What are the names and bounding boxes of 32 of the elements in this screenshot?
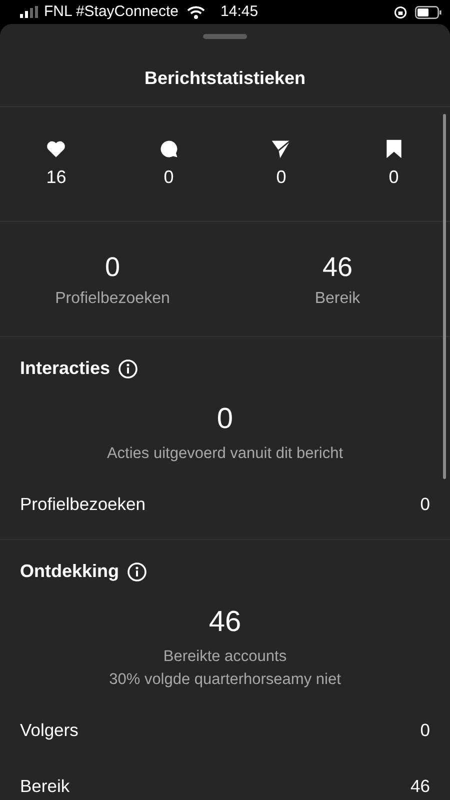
metric-caption: 30% volgde quarterhorseamy niet xyxy=(108,670,342,690)
section-title: Interacties xyxy=(20,357,110,380)
status-time: 14:45 xyxy=(220,2,258,22)
metric-value: 46 xyxy=(208,605,242,640)
row-label: Bereik xyxy=(20,775,70,798)
row-value: 0 xyxy=(420,492,430,516)
row-label: Profielbezoeken xyxy=(20,492,146,516)
battery-icon xyxy=(415,6,442,18)
row-value: 0 xyxy=(420,719,430,742)
info-icon[interactable] xyxy=(118,358,138,378)
stat-value: 0 xyxy=(104,250,120,284)
paper-plane-icon xyxy=(270,138,292,160)
section-title: Ontdekking xyxy=(20,560,120,583)
metric-value: 0 xyxy=(216,402,234,437)
wifi-icon xyxy=(186,6,205,18)
metric-caption: Bereikte accounts xyxy=(162,646,288,666)
engagement-count: 0 xyxy=(164,166,174,188)
carrier-name: FNL #StayConnecte xyxy=(44,2,179,22)
engagement-count: 16 xyxy=(46,166,66,188)
stat-label: Profielbezoeken xyxy=(55,289,170,310)
engagement-count: 0 xyxy=(388,166,399,188)
info-icon[interactable] xyxy=(127,562,148,582)
orientation-lock-icon xyxy=(394,6,407,18)
metric-caption: Acties uitgevoerd vanuit dit bericht xyxy=(106,444,344,464)
row-label: Volgers xyxy=(20,719,78,742)
row-value: 46 xyxy=(410,775,430,798)
stat-label: Bereik xyxy=(314,289,360,310)
signal-icon xyxy=(20,6,40,18)
engagement-count: 0 xyxy=(276,166,286,188)
drag-handle[interactable] xyxy=(203,34,247,39)
sheet-title: Berichtstatistieken xyxy=(143,67,307,90)
stat-value: 46 xyxy=(322,250,353,284)
